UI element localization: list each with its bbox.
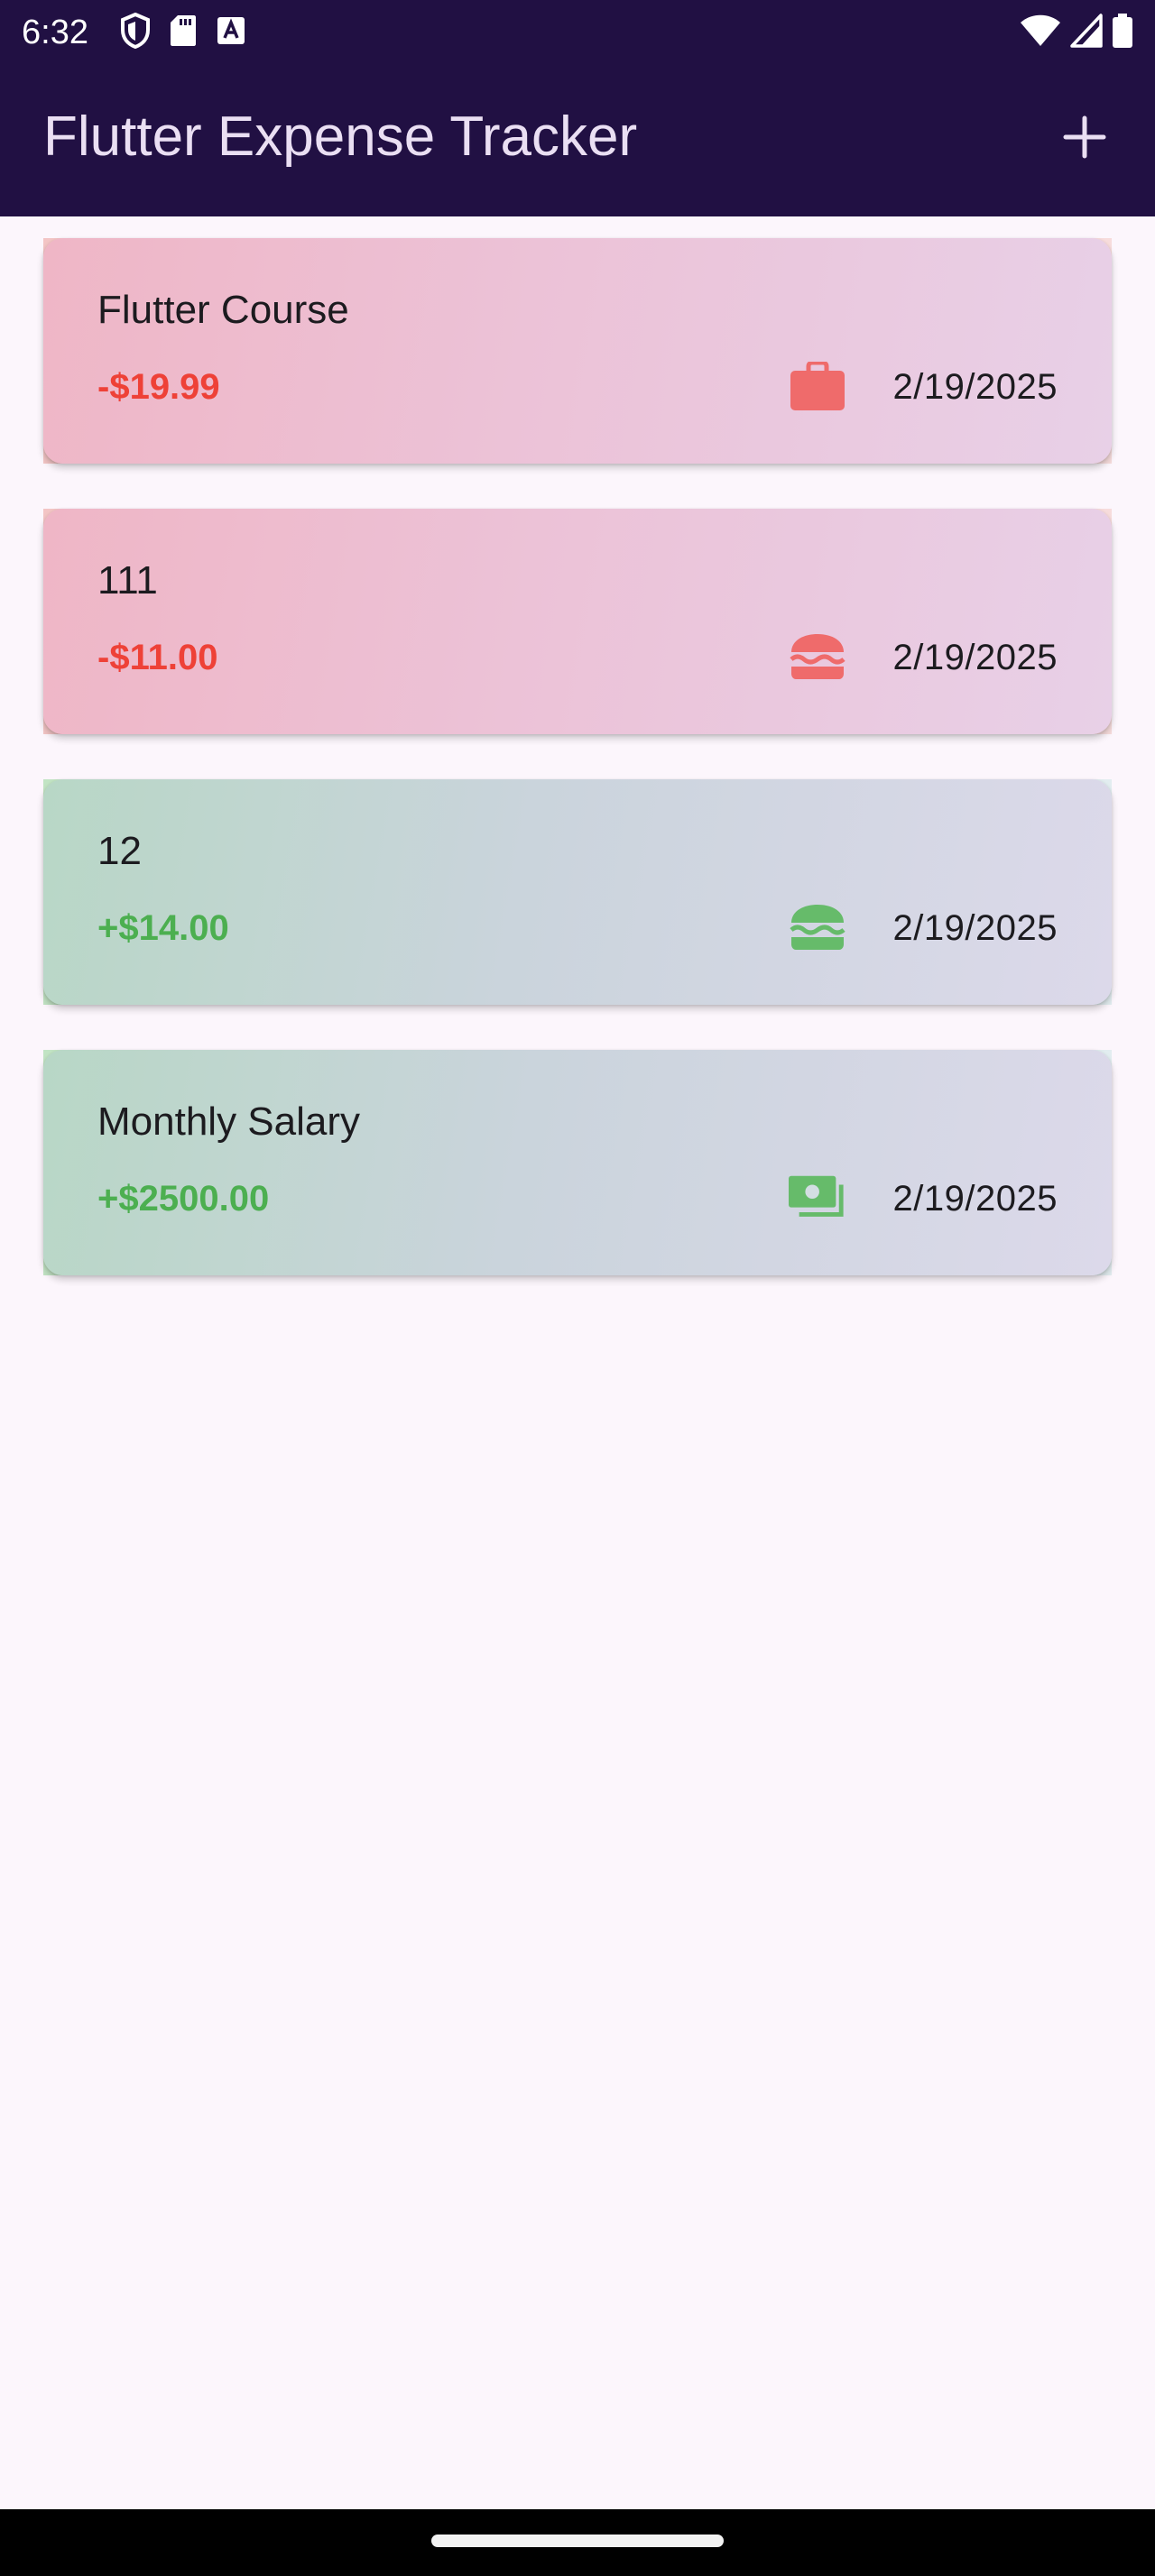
expense-title: 12	[97, 829, 142, 873]
sd-card-icon	[170, 14, 197, 51]
page-title: Flutter Expense Tracker	[43, 106, 638, 168]
expense-item-wrapper: 12 +$14.00 2/19/2025	[43, 779, 1112, 1005]
expense-amount: -$19.99	[97, 367, 220, 407]
home-gesture-handle[interactable]	[431, 2535, 724, 2547]
add-icon	[1063, 115, 1106, 159]
expense-card[interactable]: 111 -$11.00 2/19/2025	[43, 509, 1112, 734]
expense-title: Monthly Salary	[97, 1099, 361, 1144]
burger-icon	[789, 630, 846, 684]
expense-amount: +$14.00	[97, 908, 229, 948]
battery-icon	[1112, 13, 1133, 53]
wifi-icon	[1020, 14, 1061, 52]
status-icons-right	[1020, 13, 1133, 52]
add-expense-button[interactable]	[1050, 103, 1119, 171]
expense-amount: -$11.00	[97, 638, 218, 677]
text-a-icon	[217, 16, 245, 50]
navigation-bar	[0, 2509, 1155, 2576]
expense-title: Flutter Course	[97, 288, 349, 332]
cellular-signal-icon	[1070, 13, 1103, 52]
expense-amount: +$2500.00	[97, 1179, 270, 1219]
status-bar: 6:32	[0, 0, 1155, 65]
expense-date: 2/19/2025	[892, 908, 1058, 948]
status-icons-left	[121, 12, 245, 53]
money-bills-icon	[789, 1171, 846, 1225]
shield-icon	[121, 12, 150, 53]
expense-card[interactable]: 12 +$14.00 2/19/2025	[43, 779, 1112, 1005]
expense-card[interactable]: Monthly Salary +$2500.00 2/19/2025	[43, 1050, 1112, 1275]
app-header: 6:32 Flutter Expense Tracker	[0, 0, 1155, 216]
expense-title: 111	[97, 558, 158, 603]
expense-date: 2/19/2025	[892, 638, 1058, 677]
expense-card[interactable]: Flutter Course -$19.99 2/19/2025	[43, 238, 1112, 464]
expense-date: 2/19/2025	[892, 1179, 1058, 1219]
expense-item-wrapper: Flutter Course -$19.99 2/19/2025	[43, 238, 1112, 464]
briefcase-icon	[789, 359, 846, 413]
status-time: 6:32	[22, 14, 88, 51]
expense-item-wrapper: Monthly Salary +$2500.00 2/19/2025	[43, 1050, 1112, 1275]
app-bar: Flutter Expense Tracker	[0, 65, 1155, 216]
expense-list[interactable]: Flutter Course -$19.99 2/19/2025 111 -$1…	[43, 238, 1112, 1320]
expense-item-wrapper: 111 -$11.00 2/19/2025	[43, 509, 1112, 734]
burger-icon	[789, 900, 846, 954]
expense-date: 2/19/2025	[892, 367, 1058, 407]
